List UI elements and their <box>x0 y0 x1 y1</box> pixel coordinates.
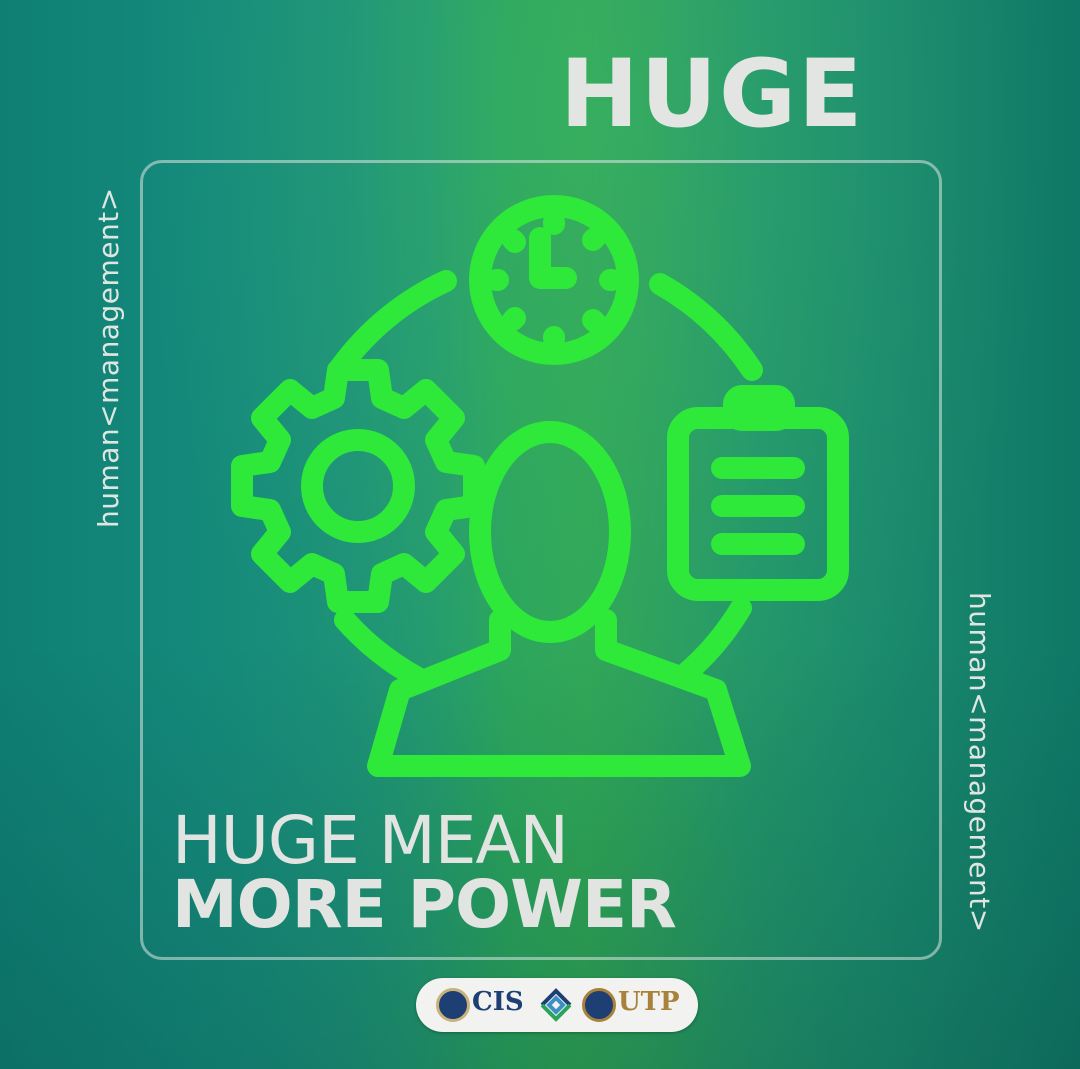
utp-seal-icon <box>582 988 616 1022</box>
clipboard-icon <box>667 385 849 601</box>
utp-logo-text: UTP <box>618 987 680 1017</box>
headline-line-2: MORE POWER <box>172 866 677 943</box>
partner-logos: CIS UTP <box>416 978 698 1032</box>
clock-icon <box>469 195 639 365</box>
cis-seal-icon <box>436 988 470 1022</box>
diamond-emblem-icon <box>540 988 572 1022</box>
cis-logo-text: CIS <box>472 987 524 1017</box>
gear-icon <box>231 359 485 613</box>
headline-line-1: HUGE MEAN <box>172 802 569 879</box>
